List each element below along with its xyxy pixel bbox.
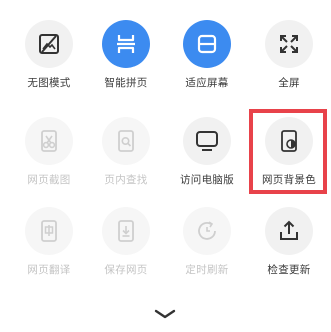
save-page-button[interactable]: 保存网页 bbox=[86, 207, 166, 307]
tile-label: 检查更新 bbox=[267, 264, 311, 276]
scissors-icon bbox=[25, 117, 73, 165]
fit-screen-icon bbox=[183, 20, 231, 68]
fullscreen-icon bbox=[265, 20, 313, 68]
find-in-page-button[interactable]: 页内查找 bbox=[86, 117, 166, 217]
timer-refresh-icon bbox=[183, 207, 231, 255]
fullscreen-button[interactable]: 全屏 bbox=[249, 20, 329, 120]
screenshot-page-button[interactable]: 网页截图 bbox=[9, 117, 89, 217]
tile-label: 无图模式 bbox=[27, 77, 71, 89]
check-update-button[interactable]: 检查更新 bbox=[249, 207, 329, 307]
fit-screen-button[interactable]: 适应屏幕 bbox=[167, 20, 247, 120]
tile-label: 访问电脑版 bbox=[180, 174, 234, 186]
smart-page-stitch-button[interactable]: 智能拼页 bbox=[86, 20, 166, 120]
tile-label: 保存网页 bbox=[104, 264, 148, 276]
highlight-box bbox=[249, 109, 327, 194]
image-off-icon bbox=[25, 20, 73, 68]
collapse-button[interactable] bbox=[151, 306, 179, 322]
find-in-page-icon bbox=[102, 117, 150, 165]
tile-label: 网页翻译 bbox=[27, 264, 71, 276]
desktop-version-button[interactable]: 访问电脑版 bbox=[167, 117, 247, 217]
tile-label: 全屏 bbox=[278, 77, 300, 89]
desktop-icon bbox=[183, 117, 231, 165]
tile-label: 页内查找 bbox=[104, 174, 148, 186]
chevron-down-icon bbox=[154, 309, 176, 319]
tile-label: 网页截图 bbox=[27, 174, 71, 186]
translate-icon bbox=[25, 207, 73, 255]
save-page-icon bbox=[102, 207, 150, 255]
tile-label: 适应屏幕 bbox=[185, 77, 229, 89]
tile-label: 智能拼页 bbox=[104, 77, 148, 89]
no-image-mode-button[interactable]: 无图模式 bbox=[9, 20, 89, 120]
tile-label: 定时刷新 bbox=[185, 264, 229, 276]
page-stitch-icon bbox=[102, 20, 150, 68]
browser-tools-panel: 无图模式 智能拼页 适应屏幕 全屏 网页截图 页内查找 访问电脑版 网页背景色 … bbox=[0, 0, 331, 332]
timed-refresh-button[interactable]: 定时刷新 bbox=[167, 207, 247, 307]
translate-page-button[interactable]: 网页翻译 bbox=[9, 207, 89, 307]
upload-icon bbox=[265, 207, 313, 255]
